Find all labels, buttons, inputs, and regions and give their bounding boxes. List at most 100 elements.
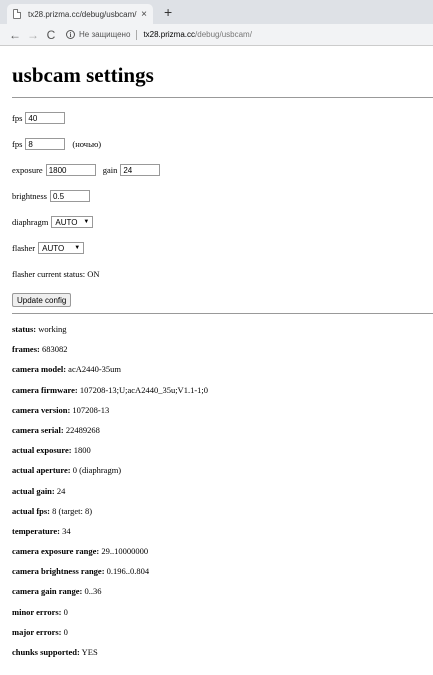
status-label: camera brightness range: [12,566,105,577]
status-label: camera serial: [12,424,64,435]
status-row: chunks supported: YES [12,646,425,666]
gain-label: gain [102,165,118,175]
address-bar[interactable]: i Не защищено tx28.prizma.cc/debug/usbca… [66,27,427,43]
flasher-status-value: ON [87,269,100,279]
status-row: minor errors: 0 [12,606,425,626]
info-icon[interactable]: i [66,30,75,39]
exposure-input[interactable] [45,164,96,176]
status-value: 683082 [41,344,68,355]
status-row: actual gain: 24 [12,485,425,505]
status-row: actual fps: 8 (target: 8) [12,505,425,525]
diaphragm-row: diaphragm AUTO ▼ [12,209,425,235]
back-arrow-icon[interactable]: ← [6,28,24,42]
status-value: acA2440-35um [68,364,122,375]
status-label: camera gain range: [12,586,83,597]
status-value: 0 [63,626,68,637]
status-value: 1800 [73,445,91,456]
fps-night-suffix: (ночью) [72,139,102,149]
tab-title: tx28.prizma.cc/debug/usbcam/ [28,9,137,19]
browser-tab[interactable]: tx28.prizma.cc/debug/usbcam/ × [7,4,153,24]
page-title: usbcam settings [12,63,154,87]
browser-toolbar: ← → C i Не защищено tx28.prizma.cc/debug… [0,24,433,46]
exposure-label: exposure [12,165,43,175]
status-value: 107208-13;U;acA2440_35u;V1.1-1;0 [79,384,209,395]
status-label: camera firmware: [12,384,78,395]
page-content: usbcam settings fps fps (ночью) exposure… [0,63,433,666]
brightness-row: brightness [12,183,425,209]
status-row: camera serial: 22489268 [12,424,425,444]
status-value: working [38,324,67,334]
status-row: actual aperture: 0 (diaphragm) [12,464,425,484]
status-list: status: working frames: 683082 camera mode… [12,314,425,666]
status-value: 22489268 [65,424,100,435]
status-label: camera exposure range: [12,546,100,557]
status-row: temperature: 34 [12,525,425,545]
status-label: actual fps: [12,505,51,516]
gain-input[interactable] [120,164,161,176]
status-row: camera exposure range: 29..10000000 [12,545,425,565]
fps-night-row: fps (ночью) [12,131,425,157]
flasher-status-label: flasher current status: [12,269,86,279]
status-row: camera version: 107208-13 [12,404,425,424]
flasher-status-row: flasher current status: ON [12,261,425,287]
status-value: 34 [62,525,71,536]
new-tab-icon[interactable]: + [164,4,172,20]
status-label: major errors: [12,626,62,637]
page-icon [13,9,21,19]
diaphragm-select[interactable]: AUTO ▼ [51,216,94,228]
status-value: 107208-13 [72,404,110,415]
status-row: frames: 683082 [12,343,425,363]
status-label: temperature: [12,525,60,536]
status-label: camera version: [12,404,71,415]
status-value: 8 (target: 8) [52,505,93,516]
status-label: actual aperture: [12,465,71,476]
reload-icon[interactable]: C [42,28,60,42]
status-label: chunks supported: [12,647,80,657]
tab-strip: tx28.prizma.cc/debug/usbcam/ × + [0,0,433,24]
flasher-select-value: AUTO [42,243,65,253]
status-row: camera firmware: 107208-13;U;acA2440_35u… [12,384,425,404]
url-host[interactable]: tx28.prizma.cc [143,30,195,39]
chevron-down-icon: ▼ [83,219,90,225]
divider [136,29,138,40]
status-value: 0.196..0.804 [106,566,150,577]
status-label: actual gain: [12,485,55,496]
fps-night-input[interactable] [25,138,66,150]
update-row: Update config [12,287,425,313]
status-value: 0 (diaphragm) [72,465,122,476]
flasher-row: flasher AUTO ▼ [12,235,425,261]
status-value: 24 [56,485,66,496]
diaphragm-label: diaphragm [12,217,49,227]
status-label: frames: [12,344,40,355]
status-row: camera brightness range: 0.196..0.804 [12,565,425,585]
flasher-select[interactable]: AUTO ▼ [38,242,85,254]
status-label: minor errors: [12,606,62,617]
settings-form: fps fps (ночью) exposure gain brightness… [12,98,425,313]
update-config-button[interactable]: Update config [12,293,72,307]
status-row: camera gain range: 0..36 [12,585,425,605]
flasher-label: flasher [12,243,36,253]
fps-night-label: fps [12,139,23,149]
brightness-input[interactable] [49,190,90,202]
status-value: 0 [63,606,68,617]
status-row: camera model: acA2440-35um [12,363,425,383]
status-row: status: working [12,323,425,343]
fps-row: fps [12,105,425,131]
status-row: major errors: 0 [12,626,425,646]
status-label: status: [12,324,37,334]
url-path[interactable]: /debug/usbcam/ [195,30,252,39]
status-value: 29..10000000 [101,546,149,557]
status-value: 0..36 [84,586,102,597]
fps-input[interactable] [25,112,66,124]
diaphragm-select-value: AUTO [55,217,78,227]
status-value: YES [81,647,98,657]
exposure-row: exposure gain [12,157,425,183]
status-row: actual exposure: 1800 [12,444,425,464]
status-label: camera model: [12,364,67,375]
brightness-label: brightness [12,191,47,201]
forward-arrow-icon[interactable]: → [24,28,42,42]
security-status[interactable]: Не защищено [79,30,130,39]
close-icon[interactable]: × [141,9,147,20]
status-label: actual exposure: [12,445,72,456]
fps-label: fps [12,113,23,123]
